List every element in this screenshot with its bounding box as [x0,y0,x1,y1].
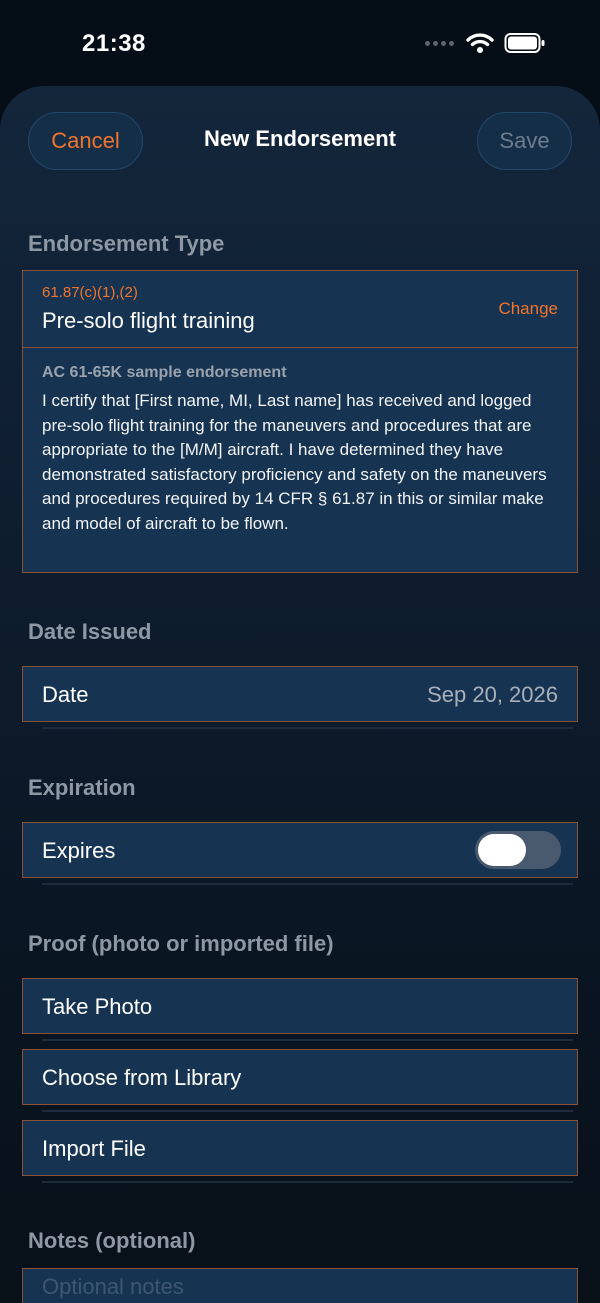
date-value[interactable]: Sep 20, 2026 [427,682,558,708]
battery-icon [504,33,545,53]
toggle-knob [478,834,526,866]
status-bar: 21:38 [0,0,600,86]
divider [42,1110,573,1112]
divider [42,883,573,885]
date-issued-label: Date Issued [28,619,152,644]
wifi-icon [466,33,494,53]
divider [42,727,573,729]
notes-field[interactable]: Optional notes [22,1268,578,1303]
cellular-signal-icon [425,40,454,46]
notes-placeholder: Optional notes [42,1274,184,1299]
take-photo-button[interactable]: Take Photo [22,978,578,1034]
divider [42,1039,573,1041]
status-time: 21:38 [82,30,146,57]
import-file-button[interactable]: Import File [22,1120,578,1176]
date-row[interactable]: Date Sep 20, 2026 [22,666,578,722]
expiration-label: Expiration [28,775,136,800]
import-file-label: Import File [42,1136,146,1161]
choose-from-library-button[interactable]: Choose from Library [22,1049,578,1105]
endorsement-code: 61.87(c)(1),(2) [42,284,138,301]
sample-endorsement-heading: AC 61-65K sample endorsement [42,364,287,381]
proof-label: Proof (photo or imported file) [28,931,334,956]
endorsement-type-row[interactable]: 61.87(c)(1),(2) Pre-solo flight training… [22,270,578,348]
expires-row-label: Expires [42,838,116,863]
divider [42,1181,573,1183]
date-row-label: Date [42,682,89,707]
sample-endorsement-text: I certify that [First name, MI, Last nam… [42,391,547,533]
endorsement-sheet: Cancel New Endorsement Save Endorsement … [0,86,600,1303]
expires-toggle[interactable] [475,831,561,869]
change-button[interactable]: Change [498,299,558,319]
notes-label: Notes (optional) [28,1228,196,1253]
expires-row: Expires [22,822,578,878]
choose-from-library-label: Choose from Library [42,1065,242,1090]
nav-bar: Cancel New Endorsement Save [0,86,600,200]
take-photo-label: Take Photo [42,994,153,1019]
endorsement-type-label: Endorsement Type [28,231,225,256]
endorsement-name: Pre-solo flight training [42,308,255,333]
sample-endorsement-card: AC 61-65K sample endorsement I certify t… [22,347,578,573]
status-icons [425,32,546,54]
save-button[interactable]: Save [477,112,572,170]
